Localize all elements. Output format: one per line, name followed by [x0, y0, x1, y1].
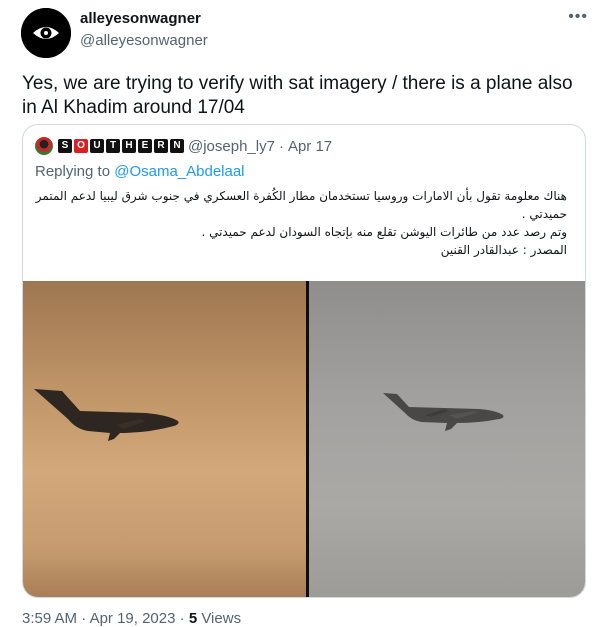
quoted-date[interactable]: Apr 17	[288, 138, 332, 155]
text-line: المصدر : عبدالقادر القنين	[440, 243, 567, 257]
replying-to-label: Replying to	[35, 163, 111, 180]
text-line: وتم رصد عدد من طائرات اليوشن تقلع منه بإ…	[201, 225, 567, 239]
airplane-icon	[34, 389, 179, 441]
tweet-timestamp[interactable]: 3:59 AM · Apr 19, 2023 · 5 Views	[22, 610, 241, 627]
airplane-icon	[383, 393, 504, 431]
name-letter: T	[106, 139, 120, 153]
quoted-tweet-header: S O U T H E R N @joseph_ly7 · Apr 17	[35, 135, 332, 157]
name-letter: E	[138, 139, 152, 153]
text-line: هناك معلومة تقول بأن الامارات وروسيا تست…	[35, 189, 567, 203]
separator-dot: ·	[179, 610, 185, 627]
name-letter: U	[90, 139, 104, 153]
separator-dot: ·	[81, 610, 87, 627]
quoted-tweet[interactable]: S O U T H E R N @joseph_ly7 · Apr 17 Rep…	[22, 124, 586, 598]
author-handle[interactable]: @alleyesonwagner	[80, 32, 208, 49]
views-label: Views	[201, 610, 242, 627]
quoted-display-name[interactable]: S O U T H E R N	[58, 139, 184, 153]
name-letter: S	[58, 139, 72, 153]
replying-to-user[interactable]: @Osama_Abdelaal	[114, 163, 244, 180]
tweet: alleyesonwagner @alleyesonwagner ••• Yes…	[0, 0, 610, 627]
more-options-icon[interactable]: •••	[568, 8, 588, 26]
views-count: 5	[188, 610, 198, 627]
tweet-date: Apr 19, 2023	[89, 610, 176, 627]
name-letter: R	[154, 139, 168, 153]
tweet-time: 3:59 AM	[22, 610, 78, 627]
name-letter: H	[122, 139, 136, 153]
text-line: حميدتي .	[521, 207, 567, 221]
name-letter: O	[74, 139, 88, 153]
name-letter: N	[170, 139, 184, 153]
eye-logo-icon	[21, 8, 71, 58]
quoted-handle[interactable]: @joseph_ly7	[188, 138, 275, 155]
separator-dot: ·	[278, 137, 284, 155]
avatar[interactable]	[21, 8, 71, 58]
plane-photo-right[interactable]	[309, 281, 585, 597]
author-display-name[interactable]: alleyesonwagner	[80, 10, 201, 27]
plane-photo-left[interactable]	[23, 281, 306, 597]
tweet-text: Yes, we are trying to verify with sat im…	[22, 73, 573, 118]
replying-to: Replying to @Osama_Abdelaal	[35, 163, 245, 180]
quoted-avatar[interactable]	[35, 137, 53, 155]
quoted-tweet-text: هناك معلومة تقول بأن الامارات وروسيا تست…	[35, 187, 567, 259]
